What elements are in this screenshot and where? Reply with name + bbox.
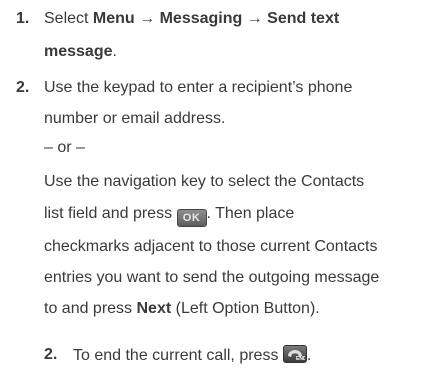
menu-path: Menu → Messaging → Send text xyxy=(92,10,340,27)
step-text-part: to and press xyxy=(44,300,137,317)
step-text: checkmarks adjacent to those current Con… xyxy=(44,238,378,255)
instruction-document: 1. Select Menu → Messaging → Send text m… xyxy=(0,0,434,392)
or-separator: – or – xyxy=(44,139,85,156)
svg-text:END: END xyxy=(296,356,305,361)
step-text: message. xyxy=(44,42,117,62)
step-text: to and press Next (Left Option Button). xyxy=(44,299,320,319)
ok-key-icon: OK xyxy=(176,209,207,227)
next-label: Next xyxy=(136,300,172,317)
step-text-part: list field and press xyxy=(44,205,177,222)
step-text-part: To end the current call, press xyxy=(73,347,283,364)
step-text: Select Menu → Messaging → Send text xyxy=(44,9,339,29)
step-number: 2. xyxy=(44,346,58,363)
step-number: 2. xyxy=(16,79,30,96)
step-period: . xyxy=(306,347,312,364)
step-text-part: . Then place xyxy=(206,205,295,222)
step-text: Use the navigation key to select the Con… xyxy=(44,173,365,190)
step-text-part: (Left Option Button). xyxy=(171,300,320,317)
step-text: number or email address. xyxy=(44,110,226,127)
menu-path-continued: message xyxy=(44,43,113,60)
step-period: . xyxy=(112,43,117,60)
step-number: 1. xyxy=(16,10,30,27)
step-text: Use the keypad to enter a recipient’s ph… xyxy=(44,79,353,96)
step-text: list field and press OK. Then place xyxy=(44,204,294,227)
step-text: entries you want to send the outgoing me… xyxy=(44,269,380,286)
step-text-prefix: Select xyxy=(44,10,93,27)
step-text: To end the current call, press END. xyxy=(73,345,311,366)
end-call-key-icon: END xyxy=(282,345,307,363)
